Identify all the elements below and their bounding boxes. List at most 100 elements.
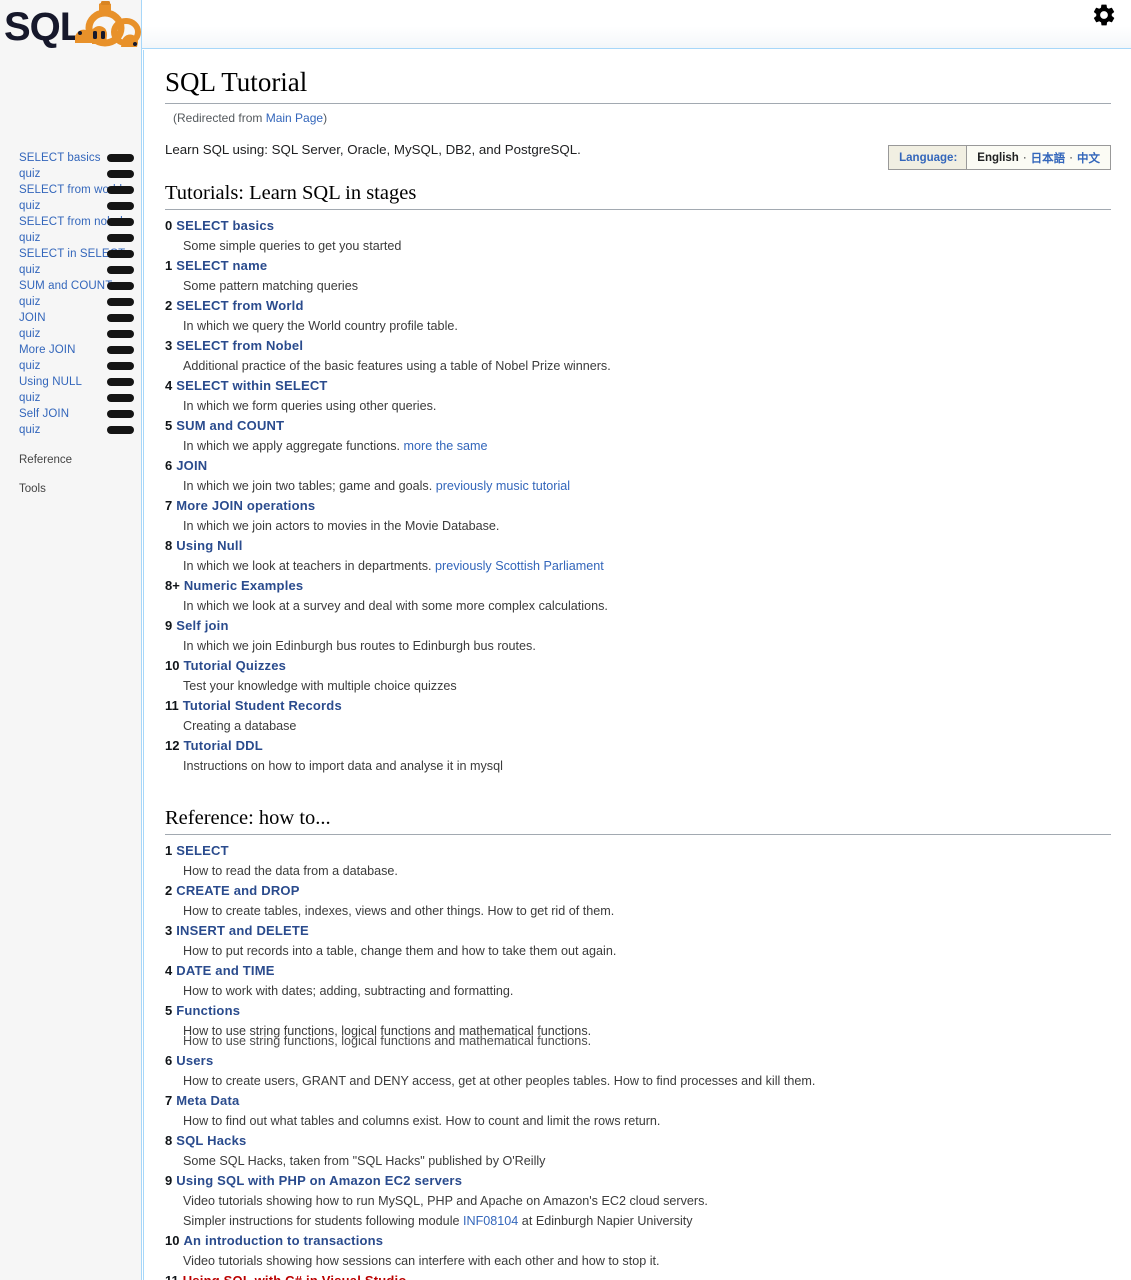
list-item-link[interactable]: SELECT name bbox=[176, 258, 267, 273]
sidebar-progress-bar bbox=[107, 426, 134, 434]
description-text: In which we query the World country prof… bbox=[183, 319, 458, 333]
list-item-link[interactable]: Using SQL with PHP on Amazon EC2 servers bbox=[176, 1173, 462, 1188]
sidebar-item-label[interactable]: quiz bbox=[19, 230, 41, 246]
language-selector[interactable]: Language: English · 日本語 · 中文 bbox=[888, 145, 1111, 170]
list-item-link[interactable]: SUM and COUNT bbox=[176, 418, 284, 433]
list-item-link[interactable]: CREATE and DROP bbox=[176, 883, 299, 898]
sidebar-item[interactable]: quiz bbox=[0, 198, 142, 214]
sidebar-item[interactable]: SELECT from nobel bbox=[0, 214, 142, 230]
sidebar-item-label[interactable]: quiz bbox=[19, 294, 41, 310]
sidebar-progress-bar bbox=[107, 330, 134, 338]
sidebar-item[interactable]: SELECT in SELECT bbox=[0, 246, 142, 262]
sidebar-item[interactable]: quiz bbox=[0, 262, 142, 278]
list-item-description: Some pattern matching queries bbox=[165, 276, 1111, 296]
sidebar-item[interactable]: SELECT from world bbox=[0, 182, 142, 198]
list-item-link[interactable]: Numeric Examples bbox=[184, 578, 304, 593]
sidebar-item-label[interactable]: quiz bbox=[19, 358, 41, 374]
sidebar-item-label[interactable]: quiz bbox=[19, 326, 41, 342]
sidebar-item[interactable]: SUM and COUNT bbox=[0, 278, 142, 294]
list-item-link[interactable]: SQL Hacks bbox=[176, 1133, 246, 1148]
list-item-link[interactable]: SELECT within SELECT bbox=[176, 378, 327, 393]
list-item-number: 9 bbox=[165, 1173, 173, 1188]
description2-inline-link[interactable]: INF08104 bbox=[463, 1214, 518, 1228]
sidebar-item-label[interactable]: quiz bbox=[19, 422, 41, 438]
language-option-japanese[interactable]: 日本語 bbox=[1031, 150, 1066, 166]
sidebar-item[interactable]: quiz bbox=[0, 326, 142, 342]
sidebar-item-label[interactable]: Using NULL bbox=[19, 374, 82, 390]
sidebar-item-label[interactable]: quiz bbox=[19, 198, 41, 214]
language-current-english: English bbox=[977, 151, 1019, 164]
list-item-link[interactable]: SELECT basics bbox=[176, 218, 274, 233]
sidebar-section-tools[interactable]: Tools bbox=[19, 481, 46, 497]
list-item-link[interactable]: Tutorial DDL bbox=[183, 738, 262, 753]
sidebar-item[interactable]: JOIN bbox=[0, 310, 142, 326]
sidebar-item-label[interactable]: JOIN bbox=[19, 310, 46, 326]
sidebar-item[interactable]: SELECT basics bbox=[0, 150, 142, 166]
description-inline-link[interactable]: more the same bbox=[404, 439, 488, 453]
sidebar-progress-bar bbox=[107, 202, 134, 210]
sidebar-section-reference[interactable]: Reference bbox=[19, 452, 72, 468]
list-item-number: 12 bbox=[165, 738, 180, 753]
list-item-link[interactable]: SELECT from World bbox=[176, 298, 303, 313]
list-item-description-secondary: Simpler instructions for students follow… bbox=[165, 1211, 1111, 1231]
top-header-bar bbox=[142, 0, 1131, 49]
list-item-link[interactable]: DATE and TIME bbox=[176, 963, 274, 978]
sidebar-item-label[interactable]: quiz bbox=[19, 262, 41, 278]
sidebar-item[interactable]: quiz bbox=[0, 390, 142, 406]
list-item-number: 2 bbox=[165, 298, 173, 313]
list-item: 7 More JOIN operations In which we join ac… bbox=[165, 496, 1111, 536]
description-inline-link[interactable]: previously music tutorial bbox=[436, 479, 570, 493]
sidebar-item-label[interactable]: Self JOIN bbox=[19, 406, 69, 422]
sidebar-progress-bar bbox=[107, 394, 134, 402]
sidebar-item[interactable]: quiz bbox=[0, 358, 142, 374]
list-item-link[interactable]: SELECT from Nobel bbox=[176, 338, 303, 353]
list-item: 8 SQL Hacks Some SQL Hacks, taken from "SQ… bbox=[165, 1131, 1111, 1171]
list-item-link[interactable]: Meta Data bbox=[176, 1093, 239, 1108]
description-text: Some SQL Hacks, taken from "SQL Hacks" p… bbox=[183, 1154, 546, 1168]
list-item-link[interactable]: Users bbox=[176, 1053, 213, 1068]
list-item-link[interactable]: Functions bbox=[176, 1003, 240, 1018]
sidebar-item[interactable]: quiz bbox=[0, 166, 142, 182]
list-item: 11Using SQL with C# in Visual StudioVide… bbox=[165, 1271, 1111, 1280]
sidebar-progress-bar bbox=[107, 218, 134, 226]
description-text: Video tutorials showing how to run MySQL… bbox=[183, 1194, 708, 1208]
list-item-link[interactable]: Using SQL with C# in Visual Studio bbox=[183, 1273, 407, 1280]
sidebar-item-label[interactable]: More JOIN bbox=[19, 342, 76, 358]
redirect-link-main-page[interactable]: Main Page bbox=[266, 111, 323, 125]
description-text: How to read the data from a database. bbox=[183, 864, 398, 878]
sidebar-item[interactable]: More JOIN bbox=[0, 342, 142, 358]
list-item-link[interactable]: SELECT bbox=[176, 843, 228, 858]
list-item-number: 8 bbox=[165, 538, 173, 553]
sidebar-item[interactable]: quiz bbox=[0, 230, 142, 246]
sidebar-progress-bar bbox=[107, 314, 134, 322]
sidebar-item-label[interactable]: SELECT basics bbox=[19, 150, 101, 166]
list-item-link[interactable]: Using Null bbox=[176, 538, 242, 553]
language-option-chinese[interactable]: 中文 bbox=[1077, 150, 1100, 166]
sidebar-item-label[interactable]: SUM and COUNT bbox=[19, 278, 112, 294]
list-item: 1 SELECT name Some pattern matching querie… bbox=[165, 256, 1111, 296]
sqlzoo-logo[interactable]: SQL bbox=[4, 0, 144, 52]
list-item-number: 2 bbox=[165, 883, 173, 898]
sidebar-item[interactable]: quiz bbox=[0, 294, 142, 310]
list-item-link[interactable]: Tutorial Quizzes bbox=[183, 658, 286, 673]
list-item-head: 10 Tutorial Quizzes bbox=[165, 656, 1111, 676]
description-text: Some pattern matching queries bbox=[183, 279, 359, 293]
list-item-link[interactable]: Self join bbox=[176, 618, 228, 633]
list-item-number: 1 bbox=[165, 843, 173, 858]
description-inline-link[interactable]: previously Scottish Parliament bbox=[435, 559, 604, 573]
sidebar-item-label[interactable]: quiz bbox=[19, 166, 41, 182]
description-text: In which we join two tables; game and go… bbox=[183, 479, 436, 493]
content-panel: SQL Tutorial (Redirected from Main Page)… bbox=[143, 50, 1131, 1280]
sidebar-item[interactable]: Self JOIN bbox=[0, 406, 142, 422]
list-item-link[interactable]: INSERT and DELETE bbox=[176, 923, 309, 938]
list-item-link[interactable]: Tutorial Student Records bbox=[183, 698, 342, 713]
gear-icon[interactable] bbox=[1091, 2, 1117, 28]
sidebar-item[interactable]: Using NULL bbox=[0, 374, 142, 390]
language-label[interactable]: Language: bbox=[889, 146, 968, 169]
list-item-link[interactable]: JOIN bbox=[176, 458, 207, 473]
list-item-link[interactable]: More JOIN operations bbox=[176, 498, 315, 513]
list-item-link[interactable]: An introduction to transactions bbox=[183, 1233, 383, 1248]
list-item: 8 Using Null In which we look at teachers … bbox=[165, 536, 1111, 576]
sidebar-item[interactable]: quiz bbox=[0, 422, 142, 438]
sidebar-item-label[interactable]: quiz bbox=[19, 390, 41, 406]
